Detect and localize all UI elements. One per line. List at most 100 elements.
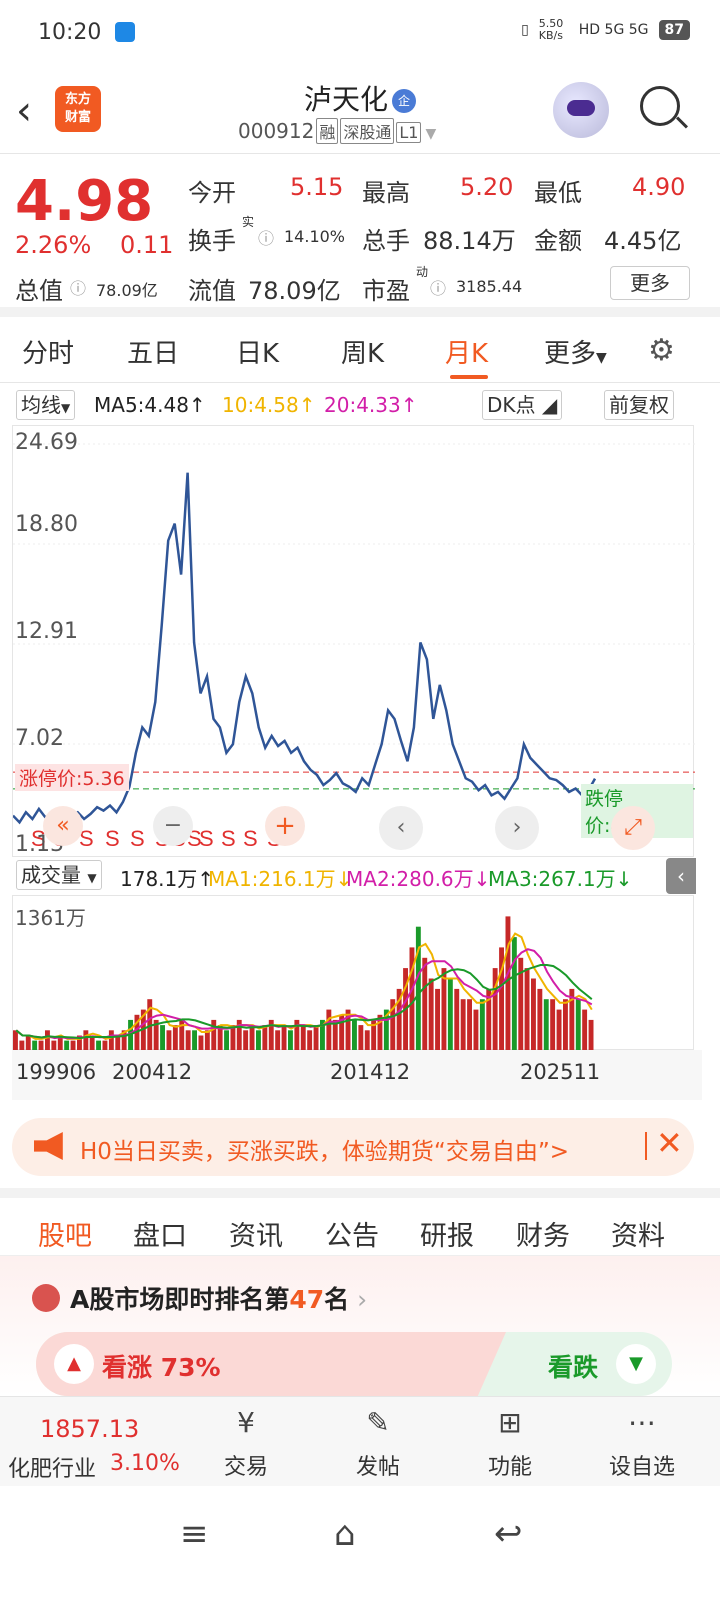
high-label: 最高 <box>362 179 410 207</box>
volume-bar <box>204 1030 210 1051</box>
expand-icon[interactable]: ⤢ <box>611 806 655 850</box>
trade-button[interactable]: ¥ 交易 <box>206 1405 286 1481</box>
ma-legend: 均线▼ MA5:4.48↑ 10:4.58↑ 20:4.33↑ DK点 ◢ 前复… <box>12 388 702 422</box>
tab-finance[interactable]: 财务 <box>516 1214 570 1253</box>
menu-icon[interactable]: ≡ <box>180 1514 209 1554</box>
mcap-label: 总值 <box>15 277 63 305</box>
turnover-sup: 实 <box>242 215 255 229</box>
volume-value: 178.1万↑ <box>120 867 215 891</box>
mcap-info-icon[interactable]: ⓘ <box>70 275 86 299</box>
volume-bar <box>467 999 472 1051</box>
ma5-value: MA5:4.48↑ <box>94 393 206 417</box>
rank-text[interactable]: A股市场即时排名第47名 › <box>70 1280 367 1316</box>
triangle-down-icon[interactable]: ▼ <box>616 1344 656 1384</box>
adjust-select[interactable]: 前复权 <box>604 390 674 420</box>
chevron-right-icon[interactable]: › <box>495 806 539 850</box>
indicator-select[interactable]: 均线▼ <box>16 390 76 420</box>
tab-pankou[interactable]: 盘口 <box>133 1214 187 1253</box>
industry-index[interactable]: 1857.13 <box>40 1415 139 1443</box>
stock-code-row[interactable]: 000912 融深股通 L1 ▼ <box>238 118 436 144</box>
notification-icon <box>115 22 135 42</box>
tab-weekly[interactable]: 周K <box>341 333 384 370</box>
volume-select[interactable]: 成交量 ▼ <box>16 860 102 890</box>
battery-icon: 87 <box>658 20 690 40</box>
tab-guba[interactable]: 股吧 <box>38 1214 92 1253</box>
tab-more[interactable]: 更多▼ <box>544 333 607 370</box>
yen-icon: ¥ <box>237 1406 255 1439</box>
tab-monthly[interactable]: 月K <box>445 333 488 370</box>
tab-announcements[interactable]: 公告 <box>325 1214 379 1253</box>
change-percent: 2.26% <box>15 231 92 259</box>
function-button[interactable]: ⊞ 功能 <box>470 1405 550 1481</box>
volume-bar <box>108 1030 114 1051</box>
info-icon[interactable]: ⓘ <box>258 225 274 249</box>
x-axis: 199906 200412 201412 202511 <box>12 1050 702 1100</box>
triangle-up-icon[interactable]: ▲ <box>54 1344 94 1384</box>
pe-label: 市盈 <box>362 277 410 305</box>
y-tick-1: 18.80 <box>15 512 78 537</box>
ma10-value: 10:4.58↑ <box>222 393 316 417</box>
change-amount: 0.11 <box>120 231 174 259</box>
volume-chart[interactable]: 1361万 <box>12 895 694 1052</box>
dropdown-icon: ▼ <box>425 126 437 142</box>
rank-chart-icon <box>32 1284 60 1312</box>
dk-select[interactable]: DK点 ◢ <box>482 390 563 420</box>
tab-research[interactable]: 研报 <box>420 1214 474 1253</box>
kline-tabs: 分时 五日 日K 周K 月K 更多▼ ⚙ <box>0 317 720 383</box>
volume-bar <box>160 1025 165 1051</box>
volume-bar <box>524 968 530 1051</box>
robot-assistant-icon[interactable] <box>553 82 609 138</box>
volume-bar <box>550 999 556 1051</box>
kline-chart[interactable]: SSSSSSSSSSSS 24.69 18.80 12.91 7.02 1.13… <box>12 425 695 857</box>
y-tick-2: 12.91 <box>15 619 78 644</box>
volume-bar <box>435 988 440 1051</box>
tab-daily[interactable]: 日K <box>236 333 279 370</box>
tag-level: L1 <box>396 122 422 143</box>
close-icon[interactable]: ✕ <box>656 1124 683 1162</box>
home-icon[interactable]: ⌂ <box>334 1514 356 1554</box>
volume-bar <box>281 1025 287 1051</box>
back-nav-icon[interactable]: ↩ <box>494 1514 523 1554</box>
low-value: 4.90 <box>632 173 686 201</box>
volume-bar <box>454 988 460 1051</box>
zoom-in-icon[interactable]: + <box>265 806 305 846</box>
promo-banner[interactable]: H0当日买卖，买涨买跌，体验期货“交易自由”> ✕ <box>12 1118 694 1176</box>
pe-info-icon[interactable]: ⓘ <box>430 275 446 299</box>
bullish-label[interactable]: 看涨 73% <box>102 1348 221 1384</box>
status-right: ▯ 5.50 KB/s HD 5G 5G 87 <box>521 18 690 42</box>
volume-label: 总手 <box>362 227 410 255</box>
stock-name: 泸天化 <box>303 83 388 116</box>
volume-bar <box>563 999 568 1051</box>
volume-bar <box>243 1030 249 1051</box>
tab-news[interactable]: 资讯 <box>229 1214 283 1253</box>
bearish-label[interactable]: 看跌 <box>548 1348 598 1384</box>
tab-five-day[interactable]: 五日 <box>127 333 179 370</box>
volume-bar <box>511 937 517 1051</box>
volume-bar <box>172 1025 178 1051</box>
volume-bar <box>447 978 453 1051</box>
tab-intraday[interactable]: 分时 <box>22 333 74 370</box>
chevron-left-icon[interactable]: ‹ <box>379 806 423 850</box>
volume-bar <box>364 1030 370 1051</box>
zoom-out-icon[interactable]: − <box>153 806 193 846</box>
pe-value: 3185.44 <box>456 277 523 296</box>
collapse-panel-icon[interactable]: ‹ <box>666 858 696 894</box>
volume-value: 88.14万 <box>423 227 516 255</box>
open-label: 今开 <box>188 179 236 207</box>
post-button[interactable]: ✎ 发帖 <box>338 1405 418 1481</box>
gear-icon[interactable]: ⚙ <box>648 333 675 368</box>
industry-name[interactable]: 化肥行业 <box>8 1451 96 1483</box>
grid-icon: ⊞ <box>498 1406 522 1439</box>
more-button[interactable]: 更多 <box>610 266 690 300</box>
volume-bar <box>479 999 485 1051</box>
volume-bar <box>45 1030 50 1051</box>
chevron-left-double-icon[interactable]: « <box>43 806 83 846</box>
system-nav-bar: ≡ ⌂ ↩ <box>0 1486 720 1600</box>
high-value: 5.20 <box>460 173 514 201</box>
search-icon[interactable] <box>640 86 680 126</box>
banner-text[interactable]: H0当日买卖，买涨买跌，体验期货“交易自由”> <box>80 1132 569 1166</box>
bottom-toolbar: 1857.13 化肥行业 3.10% ¥ 交易 ✎ 发帖 ⊞ 功能 ⋯ 设自选 <box>0 1396 720 1486</box>
volume-bar <box>582 1009 588 1051</box>
add-watchlist-button[interactable]: ⋯ 设自选 <box>602 1405 682 1481</box>
tab-profile[interactable]: 资料 <box>611 1214 665 1253</box>
